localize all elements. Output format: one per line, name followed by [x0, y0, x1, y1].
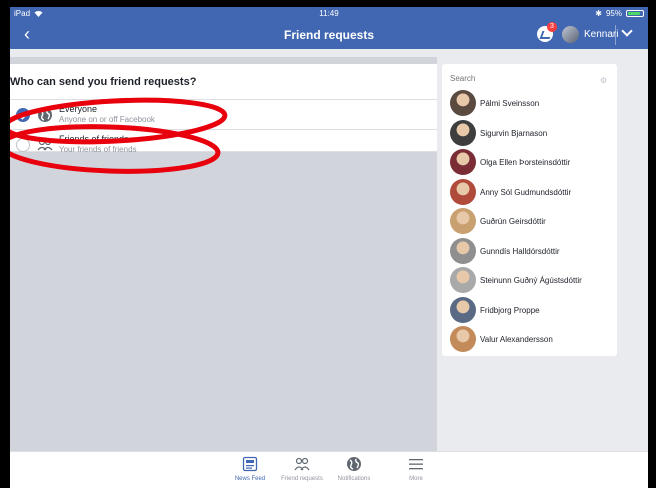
globe-icon — [38, 108, 52, 122]
screen: iPad 11:49 ✱ 95% ‹ Friend requests 3 Ken… — [10, 7, 648, 488]
tab-bar: News Feed Friend requests Notifications — [10, 451, 648, 488]
friend-item[interactable]: Guðrún Geirsdóttir — [450, 208, 615, 234]
friends-panel: ⚙ Pálmi Sveinsson Sigurvin Bjarnason Olga … — [442, 64, 617, 356]
radio-friends-of-friends[interactable] — [16, 138, 30, 152]
option-everyone[interactable]: Everyone Anyone on or off Facebook — [10, 99, 437, 129]
main-content: Who can send you friend requests? Everyo… — [10, 49, 437, 451]
menu-icon — [409, 459, 423, 470]
friend-item[interactable]: Sigurvin Bjarnason — [450, 119, 615, 146]
tab-label: Notifications — [337, 476, 371, 482]
privacy-card: Who can send you friend requests? Everyo… — [10, 64, 437, 154]
user-name[interactable]: Kennari — [584, 29, 618, 40]
bluetooth-icon: ✱ — [595, 9, 602, 18]
option-friends-of-friends[interactable]: Friends of friends Your friends of frien… — [10, 129, 437, 159]
friend-item[interactable]: Anny Sól Gudmundsdóttir — [450, 178, 615, 205]
right-column: ⚙ Pálmi Sveinsson Sigurvin Bjarnason Olga … — [437, 49, 648, 451]
user-avatar[interactable] — [562, 26, 579, 43]
status-time: 11:49 — [319, 9, 339, 18]
tab-friend-requests[interactable]: Friend requests — [277, 456, 327, 482]
option-label: Everyone — [59, 104, 98, 114]
friend-item[interactable]: Fridbjorg Proppe — [450, 296, 615, 323]
friend-name: Gunndís Halldórsdóttir — [480, 246, 560, 256]
friends-icon — [294, 457, 310, 471]
tab-label: News Feed — [234, 476, 266, 482]
friend-item[interactable]: Gunndís Halldórsdóttir — [450, 237, 615, 264]
friend-avatar — [450, 267, 476, 293]
friend-item[interactable]: Steinunn Guðný Ágústsdóttir — [450, 267, 615, 293]
friends-icon — [37, 138, 53, 151]
friend-name: Steinunn Guðný Ágústsdóttir — [480, 276, 582, 285]
friend-name: Olga Ellen Þorsteinsdóttir — [480, 158, 571, 167]
search-input[interactable] — [450, 74, 570, 83]
friend-avatar — [450, 237, 476, 264]
tab-more[interactable]: More — [391, 456, 441, 482]
news-feed-icon — [242, 456, 258, 472]
friend-avatar — [450, 208, 476, 234]
friend-item[interactable]: Olga Ellen Þorsteinsdóttir — [450, 149, 615, 175]
friend-item[interactable]: Valur Alexandersson — [450, 326, 615, 352]
nav-bar: ‹ Friend requests 3 Kennari — [10, 21, 648, 49]
friend-avatar — [450, 178, 476, 205]
friend-name: Anny Sól Gudmundsdóttir — [480, 187, 572, 197]
radio-everyone[interactable] — [16, 108, 30, 122]
friend-avatar — [450, 90, 476, 116]
friend-name: Guðrún Geirsdóttir — [480, 217, 546, 226]
tab-label: More — [409, 476, 423, 482]
privacy-question: Who can send you friend requests? — [10, 76, 197, 88]
top-bar: iPad 11:49 ✱ 95% ‹ Friend requests 3 Ken… — [10, 7, 648, 49]
friend-avatar — [450, 149, 476, 175]
friend-avatar — [450, 119, 476, 146]
main-header-strip — [10, 49, 437, 57]
globe-icon — [347, 457, 361, 471]
option-label: Friends of friends — [59, 134, 129, 144]
gear-icon[interactable]: ⚙ — [600, 76, 607, 85]
friend-name: Valur Alexandersson — [480, 335, 553, 344]
divider — [615, 25, 616, 45]
friend-name: Fridbjorg Proppe — [480, 305, 540, 315]
friend-avatar — [450, 296, 476, 323]
friend-name: Pálmi Sveinsson — [480, 99, 540, 108]
option-sub: Your friends of friends — [59, 145, 137, 154]
friend-name: Sigurvin Bjarnason — [480, 128, 548, 138]
option-sub: Anyone on or off Facebook — [59, 115, 155, 124]
friend-item[interactable]: Pálmi Sveinsson — [450, 90, 615, 116]
battery-percent: 95% — [605, 9, 622, 18]
friend-avatar — [450, 326, 476, 352]
status-bar: iPad 11:49 ✱ 95% — [10, 7, 648, 21]
tab-news-feed[interactable]: News Feed — [225, 456, 275, 482]
tab-notifications[interactable]: Notifications — [329, 456, 379, 482]
messenger-badge: 3 — [547, 22, 557, 32]
battery-icon — [626, 10, 644, 17]
tab-label: Friend requests — [281, 476, 323, 482]
